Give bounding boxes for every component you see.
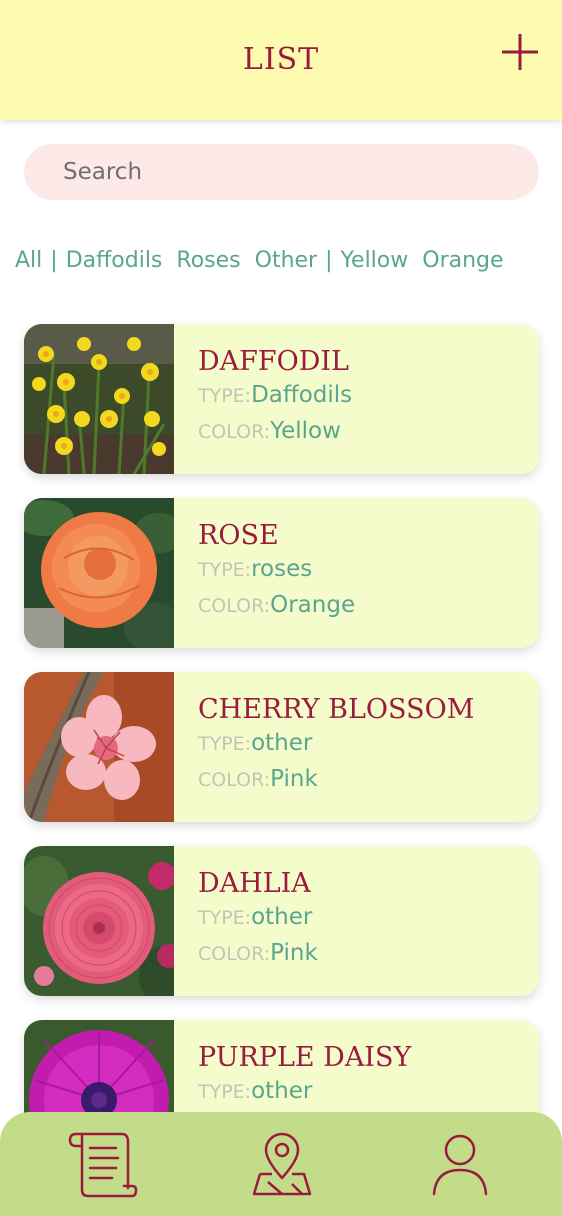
- flower-type-row: TYPE:other: [198, 730, 312, 756]
- flower-type-row: TYPE:Daffodils: [198, 382, 352, 408]
- type-label: TYPE:: [198, 907, 252, 929]
- flower-color-row: COLOR:Pink: [198, 940, 318, 966]
- filter-all[interactable]: All: [15, 248, 42, 273]
- app-header: LIST: [0, 0, 562, 120]
- page-title: LIST: [242, 42, 320, 77]
- color-value: Yellow: [270, 418, 341, 444]
- daffodil-photo: [24, 324, 174, 474]
- dahlia-photo: [24, 846, 174, 996]
- filter-orange[interactable]: Orange: [422, 248, 503, 273]
- flower-name: DAHLIA: [198, 868, 311, 899]
- color-label: COLOR:: [198, 769, 271, 791]
- flower-color-row: COLOR:Orange: [198, 592, 355, 618]
- rose-photo: [24, 498, 174, 648]
- color-value: Orange: [270, 592, 356, 618]
- cherry-blossom-photo: [24, 672, 174, 822]
- filter-yellow[interactable]: Yellow: [341, 248, 409, 273]
- flower-name: DAFFODIL: [198, 346, 349, 377]
- flower-color-row: COLOR:Yellow: [198, 418, 341, 444]
- flower-type-row: TYPE:roses: [198, 556, 312, 582]
- flower-card-dahlia[interactable]: DAHLIA TYPE:other COLOR:Pink: [24, 846, 539, 996]
- flower-name: CHERRY BLOSSOM: [198, 694, 475, 725]
- flower-name: PURPLE DAISY: [198, 1042, 412, 1073]
- flower-card-cherry-blossom[interactable]: CHERRY BLOSSOM TYPE:other COLOR:Pink: [24, 672, 539, 822]
- filter-daffodils[interactable]: Daffodils: [66, 248, 163, 273]
- type-value: other: [251, 904, 313, 930]
- filter-separator: |: [325, 248, 333, 273]
- type-label: TYPE:: [198, 733, 252, 755]
- plus-icon[interactable]: [500, 32, 540, 72]
- flower-card-daffodil[interactable]: DAFFODIL TYPE:Daffodils COLOR:Yellow: [24, 324, 539, 474]
- user-profile-icon[interactable]: [424, 1130, 496, 1200]
- type-value: other: [251, 730, 313, 756]
- filter-bar: All | Daffodils Roses Other | Yellow Orange: [15, 248, 504, 273]
- map-pin-icon[interactable]: [246, 1130, 318, 1200]
- color-value: Pink: [270, 766, 318, 792]
- bottom-nav: [0, 1112, 562, 1216]
- flower-name: ROSE: [198, 520, 279, 551]
- color-value: Pink: [270, 940, 318, 966]
- filter-separator: |: [50, 248, 58, 273]
- type-label: TYPE:: [198, 1081, 252, 1103]
- scroll-list-icon[interactable]: [66, 1130, 138, 1200]
- flower-color-row: COLOR:Pink: [198, 766, 318, 792]
- flower-card-rose[interactable]: ROSE TYPE:roses COLOR:Orange: [24, 498, 539, 648]
- type-value: other: [251, 1078, 313, 1104]
- flower-type-row: TYPE:other: [198, 904, 312, 930]
- type-label: TYPE:: [198, 559, 252, 581]
- type-value: Daffodils: [251, 382, 353, 408]
- filter-other[interactable]: Other: [255, 248, 317, 273]
- flower-type-row: TYPE:other: [198, 1078, 312, 1104]
- type-value: roses: [251, 556, 313, 582]
- search-input[interactable]: [24, 144, 539, 200]
- filter-roses[interactable]: Roses: [176, 248, 240, 273]
- color-label: COLOR:: [198, 943, 271, 965]
- color-label: COLOR:: [198, 421, 271, 443]
- color-label: COLOR:: [198, 595, 271, 617]
- type-label: TYPE:: [198, 385, 252, 407]
